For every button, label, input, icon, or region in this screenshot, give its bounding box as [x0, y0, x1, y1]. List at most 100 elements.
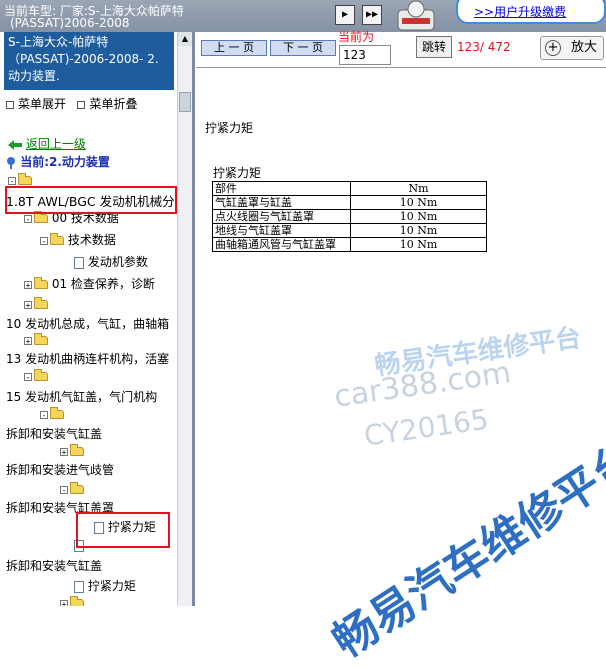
panel-divider[interactable] [192, 32, 195, 606]
folder-icon [70, 444, 84, 456]
tree-node[interactable]: + [24, 333, 48, 347]
tree-node[interactable]: + [60, 596, 84, 606]
zoom-in-button[interactable]: + 放大 [540, 36, 604, 60]
current-node-label: 当前:2.动力装置 [20, 155, 110, 169]
menu-collapse-label: 菜单折叠 [89, 97, 138, 111]
tree-node-torque-2[interactable]: 拧紧力矩 [74, 577, 136, 594]
table-cell: 10 Nm [350, 237, 487, 252]
car-model-label-cont: (PASSAT)2006-2008 [10, 16, 130, 30]
fast-forward-button[interactable]: ▶▶ [362, 5, 382, 25]
page-number-input[interactable] [339, 45, 391, 65]
tree-node[interactable]: + [60, 444, 84, 458]
prev-page-button[interactable]: 上 一 页 [201, 40, 267, 56]
highlight-box [76, 512, 170, 548]
tree-node[interactable]: - [24, 369, 48, 383]
tree-node-label: 01 检查保养，诊断 [51, 277, 155, 291]
folder-icon [70, 596, 84, 606]
square-bullet-icon [77, 100, 86, 109]
toolbar-divider [196, 67, 606, 68]
upgrade-link[interactable]: >>用户升级缴费 [474, 3, 566, 20]
collapse-icon: - [40, 410, 48, 420]
play-forward-button[interactable]: ▶ [335, 5, 355, 25]
expand-icon: + [24, 280, 32, 290]
tree-node-label: 拧紧力矩 [87, 579, 136, 593]
folder-icon [50, 407, 64, 419]
tree-node-13[interactable]: 13 发动机曲柄连杆机构，活塞 [6, 350, 169, 367]
back-arrow-icon [8, 139, 22, 150]
back-link[interactable]: 返回上一级 [26, 137, 86, 151]
folder-icon [50, 233, 64, 245]
jump-button[interactable]: 跳转 [416, 36, 452, 58]
menu-ops: 菜单展开 菜单折叠 [6, 95, 137, 112]
scroll-thumb[interactable] [179, 92, 191, 112]
table-caption: 拧紧力矩 [213, 166, 262, 180]
tree-node-label: 发动机参数 [87, 255, 148, 269]
triangle-right-icon: ▶ [341, 9, 349, 20]
tree-node-engine-params[interactable]: 发动机参数 [74, 253, 148, 270]
document-icon [74, 256, 84, 269]
torque-table: 部件 Nm 气缸盖罩与缸盖 10 Nm 点火线圈与气缸盖罩 10 Nm 地线与气… [212, 181, 487, 252]
folder-icon [34, 211, 48, 223]
zoom-label: 放大 [570, 40, 597, 55]
menu-expand-button[interactable]: 菜单展开 [6, 97, 66, 111]
mascot-icon [397, 0, 435, 31]
collapse-icon: - [8, 176, 16, 186]
folder-icon [70, 482, 84, 494]
tree-node[interactable]: + [24, 297, 48, 311]
table-cell: 10 Nm [350, 195, 487, 210]
sidebar: S-上海大众-帕萨特（PASSAT)-2006-2008- 2.动力装置. 菜单… [0, 32, 194, 606]
current-page-label: 当前为 [338, 30, 375, 44]
table-cell: 气缸盖罩与缸盖 [212, 195, 351, 210]
table-cell: 点火线圈与气缸盖罩 [212, 209, 351, 224]
tree-node[interactable]: - [8, 173, 32, 187]
table-row: 曲轴箱通风管与气缸盖罩 10 Nm [212, 237, 487, 252]
next-page-button[interactable]: 下 一 页 [270, 40, 336, 56]
menu-collapse-button[interactable]: 菜单折叠 [77, 97, 137, 111]
sidebar-scrollbar[interactable]: ▲ [177, 32, 192, 606]
table-header-row: 部件 Nm [212, 181, 487, 196]
square-bullet-icon [6, 100, 14, 109]
tree-node-remove-head[interactable]: 拆卸和安装气缸盖 [6, 425, 102, 442]
expand-icon: + [60, 599, 68, 606]
tree-node-15[interactable]: 15 发动机气缸盖，气门机构 [6, 388, 157, 405]
collapse-icon: - [40, 236, 48, 246]
document-icon [74, 580, 84, 593]
table-row: 地线与气缸盖罩 10 Nm [212, 223, 487, 238]
location-pin-icon [7, 156, 15, 169]
tree-node-10[interactable]: 10 发动机总成，气缸，曲轴箱 [6, 315, 169, 332]
page-count: 123/ 472 [457, 40, 511, 54]
document-title: 拧紧力矩 [205, 121, 254, 135]
collapse-icon: - [24, 372, 32, 382]
watermark-text: 畅易汽车维修平台 [323, 433, 606, 668]
folder-icon [18, 173, 32, 185]
collapse-icon: - [60, 485, 68, 495]
table-header: Nm [350, 181, 487, 196]
double-arrow-icon: ▶▶ [365, 9, 379, 20]
tree-node-label: 技术数据 [67, 233, 116, 247]
scroll-up-icon[interactable]: ▲ [178, 32, 192, 46]
plus-circle-icon: + [545, 40, 561, 56]
folder-icon [34, 277, 48, 289]
menu-expand-label: 菜单展开 [18, 97, 67, 111]
table-row: 气缸盖罩与缸盖 10 Nm [212, 195, 487, 210]
current-node: 当前:2.动力装置 [6, 153, 110, 170]
back-row: 返回上一级 [8, 135, 86, 152]
folder-icon [34, 333, 48, 345]
expand-icon: + [24, 336, 32, 346]
tree-node[interactable]: - [40, 407, 64, 421]
tree-node-tech-data[interactable]: - 技术数据 [40, 231, 116, 248]
table-row: 点火线圈与气缸盖罩 10 Nm [212, 209, 487, 224]
tree-node-remove-intake[interactable]: 拆卸和安装进气歧管 [6, 461, 114, 478]
table-header: 部件 [212, 181, 351, 196]
highlight-box [5, 186, 177, 214]
table-cell: 曲轴箱通风管与气缸盖罩 [212, 237, 351, 252]
current-model-box: S-上海大众-帕萨特（PASSAT)-2006-2008- 2.动力装置. [4, 32, 174, 90]
table-cell: 地线与气缸盖罩 [212, 223, 351, 238]
tree-node[interactable]: - [60, 482, 84, 496]
tree-node-remove-head-2[interactable]: 拆卸和安装气缸盖 [6, 557, 102, 574]
table-cell: 10 Nm [350, 223, 487, 238]
expand-icon: + [24, 300, 32, 310]
watermark-text: CY20165 [362, 402, 491, 453]
folder-icon [34, 297, 48, 309]
tree-node-inspection[interactable]: + 01 检查保养，诊断 [24, 275, 155, 292]
